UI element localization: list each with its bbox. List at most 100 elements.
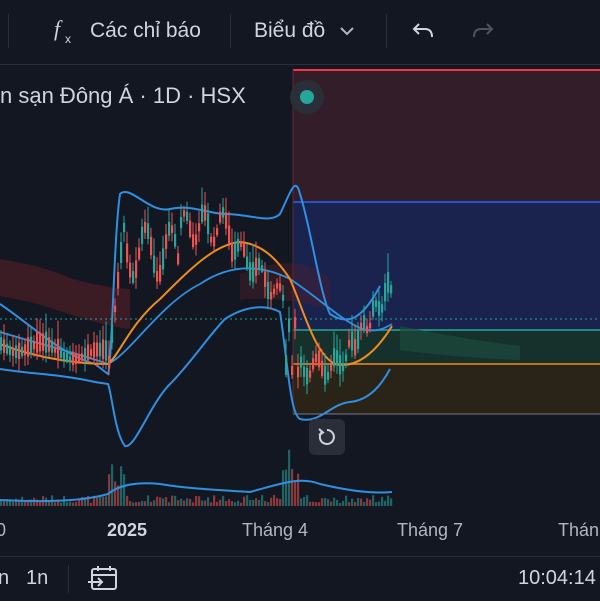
candle-body (66, 353, 69, 363)
candle-body (156, 271, 159, 282)
time-tick: Thán (558, 520, 600, 540)
candle-body (246, 256, 249, 269)
volume-bar (147, 495, 150, 506)
chart-type-button[interactable]: Biểu đồ (254, 0, 357, 62)
candle-body (321, 360, 324, 376)
go-to-date-button[interactable] (88, 565, 120, 599)
candle-body (309, 370, 312, 378)
volume-bar (381, 496, 384, 506)
candle-body (12, 347, 15, 357)
bottom-divider (68, 565, 69, 593)
candle-body (360, 322, 363, 331)
volume-bar (168, 502, 171, 506)
volume-bar (333, 497, 336, 506)
volume-bar (390, 498, 393, 506)
price-chart[interactable] (0, 64, 600, 510)
undo-button[interactable] (410, 0, 436, 62)
fib-zone-top (293, 70, 600, 204)
volume-bar (156, 496, 159, 506)
volume-bar (339, 502, 342, 506)
candle-body (243, 243, 246, 257)
candle-body (330, 364, 333, 371)
rotate-icon (318, 428, 335, 445)
candle-body (318, 350, 321, 368)
candle-body (390, 285, 393, 294)
candle-body (87, 344, 90, 361)
bottom-toolbar: n 1n 10:04:14 (0, 556, 600, 601)
volume-bar (249, 499, 252, 506)
candle-body (312, 358, 315, 370)
candle-body (135, 260, 138, 278)
volume-bar (180, 498, 183, 506)
svg-text:x: x (65, 32, 71, 46)
toolbar-divider (386, 14, 387, 48)
candle-body (261, 265, 264, 273)
candle-body (363, 315, 366, 329)
volume-bar (108, 474, 111, 506)
interval-button[interactable]: n (0, 567, 9, 590)
volume-bar (252, 499, 255, 506)
volume-bar (144, 501, 147, 506)
volume-bar (231, 501, 234, 506)
reset-chart-button[interactable] (309, 419, 345, 455)
candle-body (81, 353, 84, 361)
candle-body (192, 234, 195, 248)
candle-body (333, 348, 336, 367)
volume-bar (96, 497, 99, 506)
interval-button[interactable]: 1n (26, 567, 48, 590)
volume-bar (327, 499, 330, 506)
volume-bar (363, 502, 366, 506)
candle-body (6, 343, 9, 354)
volume-bar (222, 495, 225, 506)
chart-canvas (0, 69, 600, 506)
candle-body (42, 333, 45, 351)
candle-body (315, 353, 318, 362)
candle-body (213, 236, 216, 247)
candle-body (276, 283, 279, 289)
volume-bar (201, 500, 204, 506)
volume-bar (123, 474, 126, 506)
candle-body (18, 342, 21, 360)
candle-body (84, 348, 87, 361)
candle-body (348, 339, 351, 347)
indicators-button[interactable]: f x Các chỉ báo (52, 0, 201, 62)
candle-body (372, 300, 375, 317)
volume-bar (246, 495, 249, 506)
volume-bar (141, 500, 144, 506)
candle-body (162, 248, 165, 270)
time-tick: 0 (0, 520, 7, 540)
candle-body (147, 223, 150, 239)
symbol-title: n sạn Đông Á · 1D · HSX (0, 83, 246, 108)
clock: 10:04:14 (518, 567, 596, 589)
volume-bar (255, 498, 258, 506)
candle-body (105, 340, 108, 361)
volume-bar (300, 498, 303, 506)
volume-bar (294, 480, 297, 506)
toolbar-divider (8, 14, 9, 48)
calendar-arrow-icon (88, 566, 117, 590)
volume-bar (240, 502, 243, 506)
volume-bar (378, 501, 381, 506)
market-status-indicator[interactable] (290, 80, 324, 114)
volume-bar (357, 498, 360, 506)
time-axis[interactable]: 0 2025 Tháng 4 Tháng 7 Thán (0, 512, 600, 550)
volume-bar (372, 495, 375, 506)
candle-body (21, 346, 24, 356)
volume-bar (183, 500, 186, 506)
candle-body (225, 212, 228, 229)
candle-body (294, 317, 297, 329)
candle-body (114, 305, 117, 313)
candle-body (51, 340, 54, 353)
redo-button[interactable] (470, 0, 496, 62)
candle-body (273, 288, 276, 295)
candle-body (357, 330, 360, 350)
candle-body (138, 247, 141, 260)
toolbar-divider (230, 14, 231, 48)
candle-body (57, 338, 60, 361)
volume-bar (90, 502, 93, 506)
candle-body (150, 236, 153, 256)
candle-body (189, 220, 192, 237)
candle-body (96, 342, 99, 357)
symbol-legend[interactable]: n sạn Đông Á · 1D · HSX (0, 80, 246, 112)
volume-bar (216, 501, 219, 506)
